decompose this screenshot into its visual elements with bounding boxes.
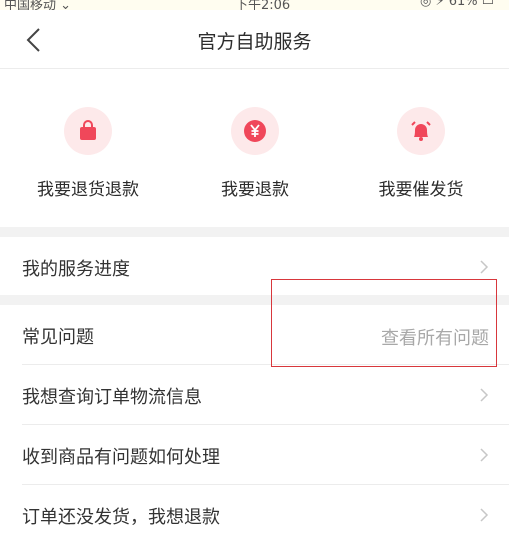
- chevron-right-icon: [480, 260, 489, 274]
- faq-item-label: 收到商品有问题如何处理: [22, 447, 220, 468]
- faq-item-label: 我想查询订单物流信息: [22, 387, 202, 408]
- section-gap: [0, 295, 509, 305]
- faq-header: 常见问题: [22, 327, 94, 348]
- quick-actions: 我要退货退款 我要退款 我要催发货: [0, 69, 509, 227]
- faq-item-label: 订单还没发货，我想退款: [22, 507, 220, 528]
- carrier-name: 中国移动 ⌄: [4, 0, 72, 10]
- return-refund-label: 我要退货退款: [37, 180, 139, 200]
- return-refund-button[interactable]: 我要退货退款: [8, 107, 168, 207]
- faq-item-product-issue[interactable]: 收到商品有问题如何处理: [0, 425, 509, 483]
- chevron-right-icon: [480, 448, 489, 462]
- alarm-bell-icon: [397, 107, 445, 155]
- chevron-right-icon: [480, 508, 489, 522]
- urge-shipping-label: 我要催发货: [378, 180, 464, 200]
- page-title: 官方自助服务: [197, 31, 312, 53]
- nav-bar: 官方自助服务: [0, 10, 509, 69]
- status-time: 下午2:06: [235, 0, 291, 10]
- faq-item-logistics[interactable]: 我想查询订单物流信息: [0, 365, 509, 423]
- yuan-coin-icon: [231, 107, 279, 155]
- service-progress-row[interactable]: 我的服务进度: [0, 237, 509, 295]
- status-bar: 中国移动 ⌄ 下午2:06 ◎ ⚡ 61% ▭: [0, 0, 509, 10]
- refund-label: 我要退款: [221, 180, 289, 200]
- service-progress-label: 我的服务进度: [22, 259, 130, 280]
- faq-item-unshipped-refund[interactable]: 订单还没发货，我想退款: [0, 485, 509, 543]
- urge-shipping-button[interactable]: 我要催发货: [341, 107, 501, 207]
- refund-button[interactable]: 我要退款: [175, 107, 335, 207]
- chevron-right-icon: [480, 388, 489, 402]
- shopping-bag-icon: [64, 107, 112, 155]
- faq-header-row: 常见问题 查看所有问题: [0, 305, 509, 363]
- section-gap: [0, 227, 509, 237]
- battery-status: ◎ ⚡ 61% ▭: [420, 0, 495, 9]
- view-all-questions-link[interactable]: 查看所有问题: [381, 324, 489, 350]
